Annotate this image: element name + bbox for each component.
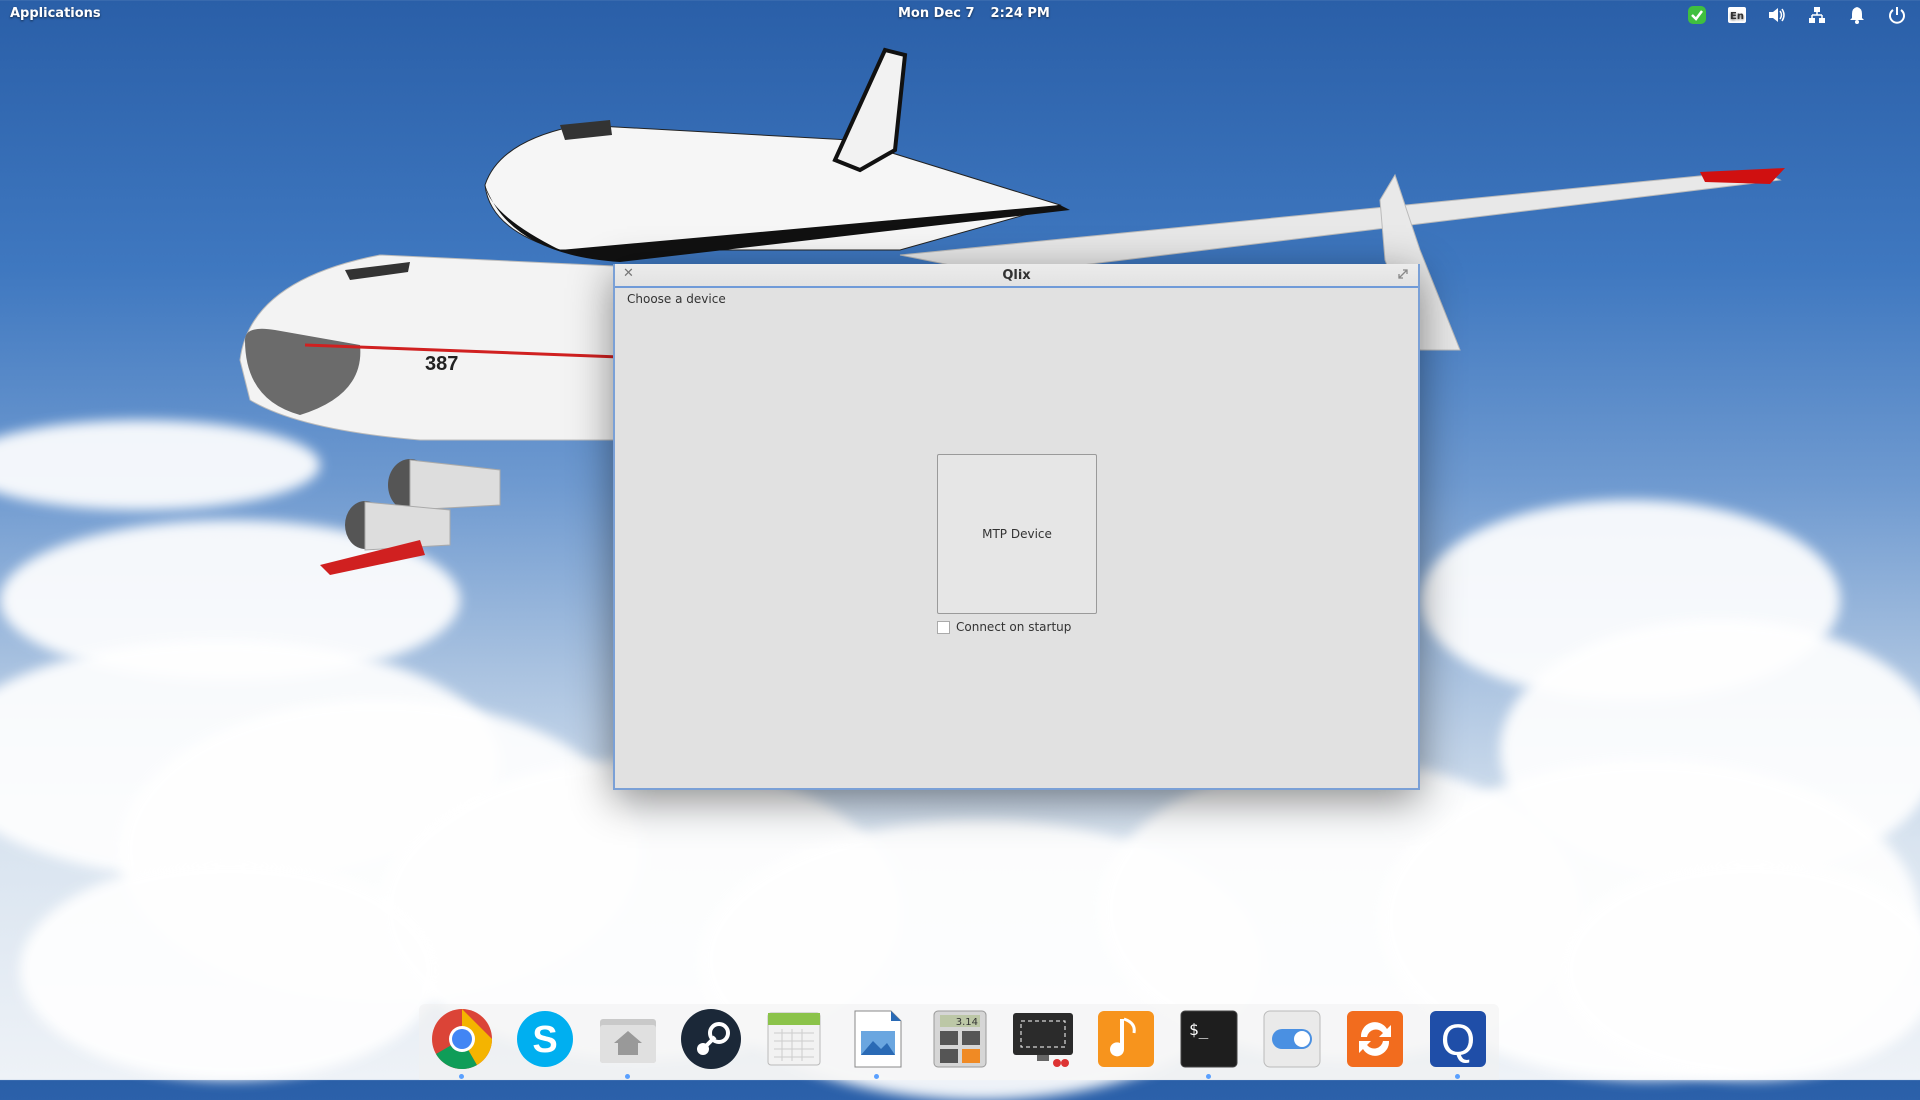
image-viewer-icon bbox=[854, 1010, 902, 1068]
svg-text:S: S bbox=[532, 1019, 557, 1061]
connect-on-startup-label[interactable]: Connect on startup bbox=[956, 620, 1071, 634]
files-home-icon bbox=[600, 1019, 656, 1063]
window-titlebar[interactable]: ✕ Qlix bbox=[615, 264, 1418, 288]
choose-device-label: Choose a device bbox=[627, 292, 726, 306]
keyboard-layout-en-icon[interactable]: En bbox=[1726, 4, 1748, 26]
dock-item-chrome[interactable] bbox=[428, 1005, 496, 1079]
dock-item-image-viewer[interactable] bbox=[843, 1005, 911, 1079]
connect-on-startup-row[interactable]: Connect on startup bbox=[937, 620, 1071, 634]
dock-item-screenshot[interactable] bbox=[1009, 1005, 1077, 1073]
qlix-icon: Q bbox=[1430, 1011, 1486, 1067]
dock-item-terminal[interactable]: $_ bbox=[1175, 1005, 1243, 1079]
dock-item-skype[interactable]: S bbox=[511, 1005, 579, 1073]
dock-item-software-update[interactable] bbox=[1341, 1005, 1409, 1073]
dock-item-music[interactable] bbox=[1092, 1005, 1160, 1073]
system-tray: En bbox=[1686, 4, 1908, 26]
screenshot-icon bbox=[1013, 1013, 1073, 1067]
aircraft-tail-number: 387 bbox=[425, 353, 458, 375]
settings-toggle-icon bbox=[1263, 1010, 1321, 1068]
network-icon[interactable] bbox=[1806, 4, 1828, 26]
dock-item-steam[interactable] bbox=[677, 1005, 745, 1073]
running-indicator bbox=[625, 1074, 630, 1079]
mtp-device-button[interactable]: MTP Device bbox=[937, 454, 1097, 614]
running-indicator bbox=[1206, 1074, 1211, 1079]
connect-on-startup-checkbox[interactable] bbox=[937, 620, 950, 634]
top-panel: Applications Mon Dec 7 2:24 PM En bbox=[0, 0, 1920, 30]
software-update-icon bbox=[1347, 1011, 1403, 1067]
volume-icon[interactable] bbox=[1766, 4, 1788, 26]
running-indicator bbox=[874, 1074, 879, 1079]
terminal-prompt: $_ bbox=[1189, 1020, 1209, 1039]
clock[interactable]: Mon Dec 7 2:24 PM bbox=[898, 6, 1050, 21]
clock-date: Mon Dec 7 bbox=[898, 6, 975, 21]
clock-time: 2:24 PM bbox=[990, 6, 1050, 21]
calendar-icon bbox=[767, 1012, 821, 1066]
applications-menu[interactable]: Applications bbox=[10, 6, 101, 21]
power-icon[interactable] bbox=[1886, 4, 1908, 26]
steam-icon bbox=[681, 1009, 741, 1069]
dock-item-files[interactable] bbox=[594, 1005, 662, 1079]
checkmark-shield-icon[interactable] bbox=[1686, 4, 1708, 26]
terminal-icon: $_ bbox=[1180, 1010, 1238, 1068]
keyboard-layout-label: En bbox=[1730, 11, 1744, 22]
dock-item-calendar[interactable] bbox=[760, 1005, 828, 1073]
skype-icon: S bbox=[517, 1011, 573, 1067]
maximize-icon[interactable] bbox=[1396, 267, 1410, 281]
music-icon bbox=[1098, 1011, 1154, 1067]
calculator-display: 3.14 bbox=[956, 1017, 978, 1028]
running-indicator bbox=[459, 1074, 464, 1079]
qlix-window: ✕ Qlix Choose a device MTP Device Connec… bbox=[613, 264, 1420, 790]
dock-item-qlix[interactable]: Q bbox=[1424, 1005, 1492, 1079]
dock-items: S 3.14 $_ Q bbox=[428, 1005, 1492, 1079]
calculator-icon: 3.14 bbox=[933, 1010, 987, 1068]
window-title: Qlix bbox=[1002, 268, 1031, 283]
dock-item-calculator[interactable]: 3.14 bbox=[926, 1005, 994, 1073]
running-indicator bbox=[1455, 1074, 1460, 1079]
dock-item-settings[interactable] bbox=[1258, 1005, 1326, 1073]
svg-text:Q: Q bbox=[1441, 1016, 1475, 1065]
chrome-icon bbox=[432, 1009, 492, 1070]
notification-bell-icon[interactable] bbox=[1846, 4, 1868, 26]
